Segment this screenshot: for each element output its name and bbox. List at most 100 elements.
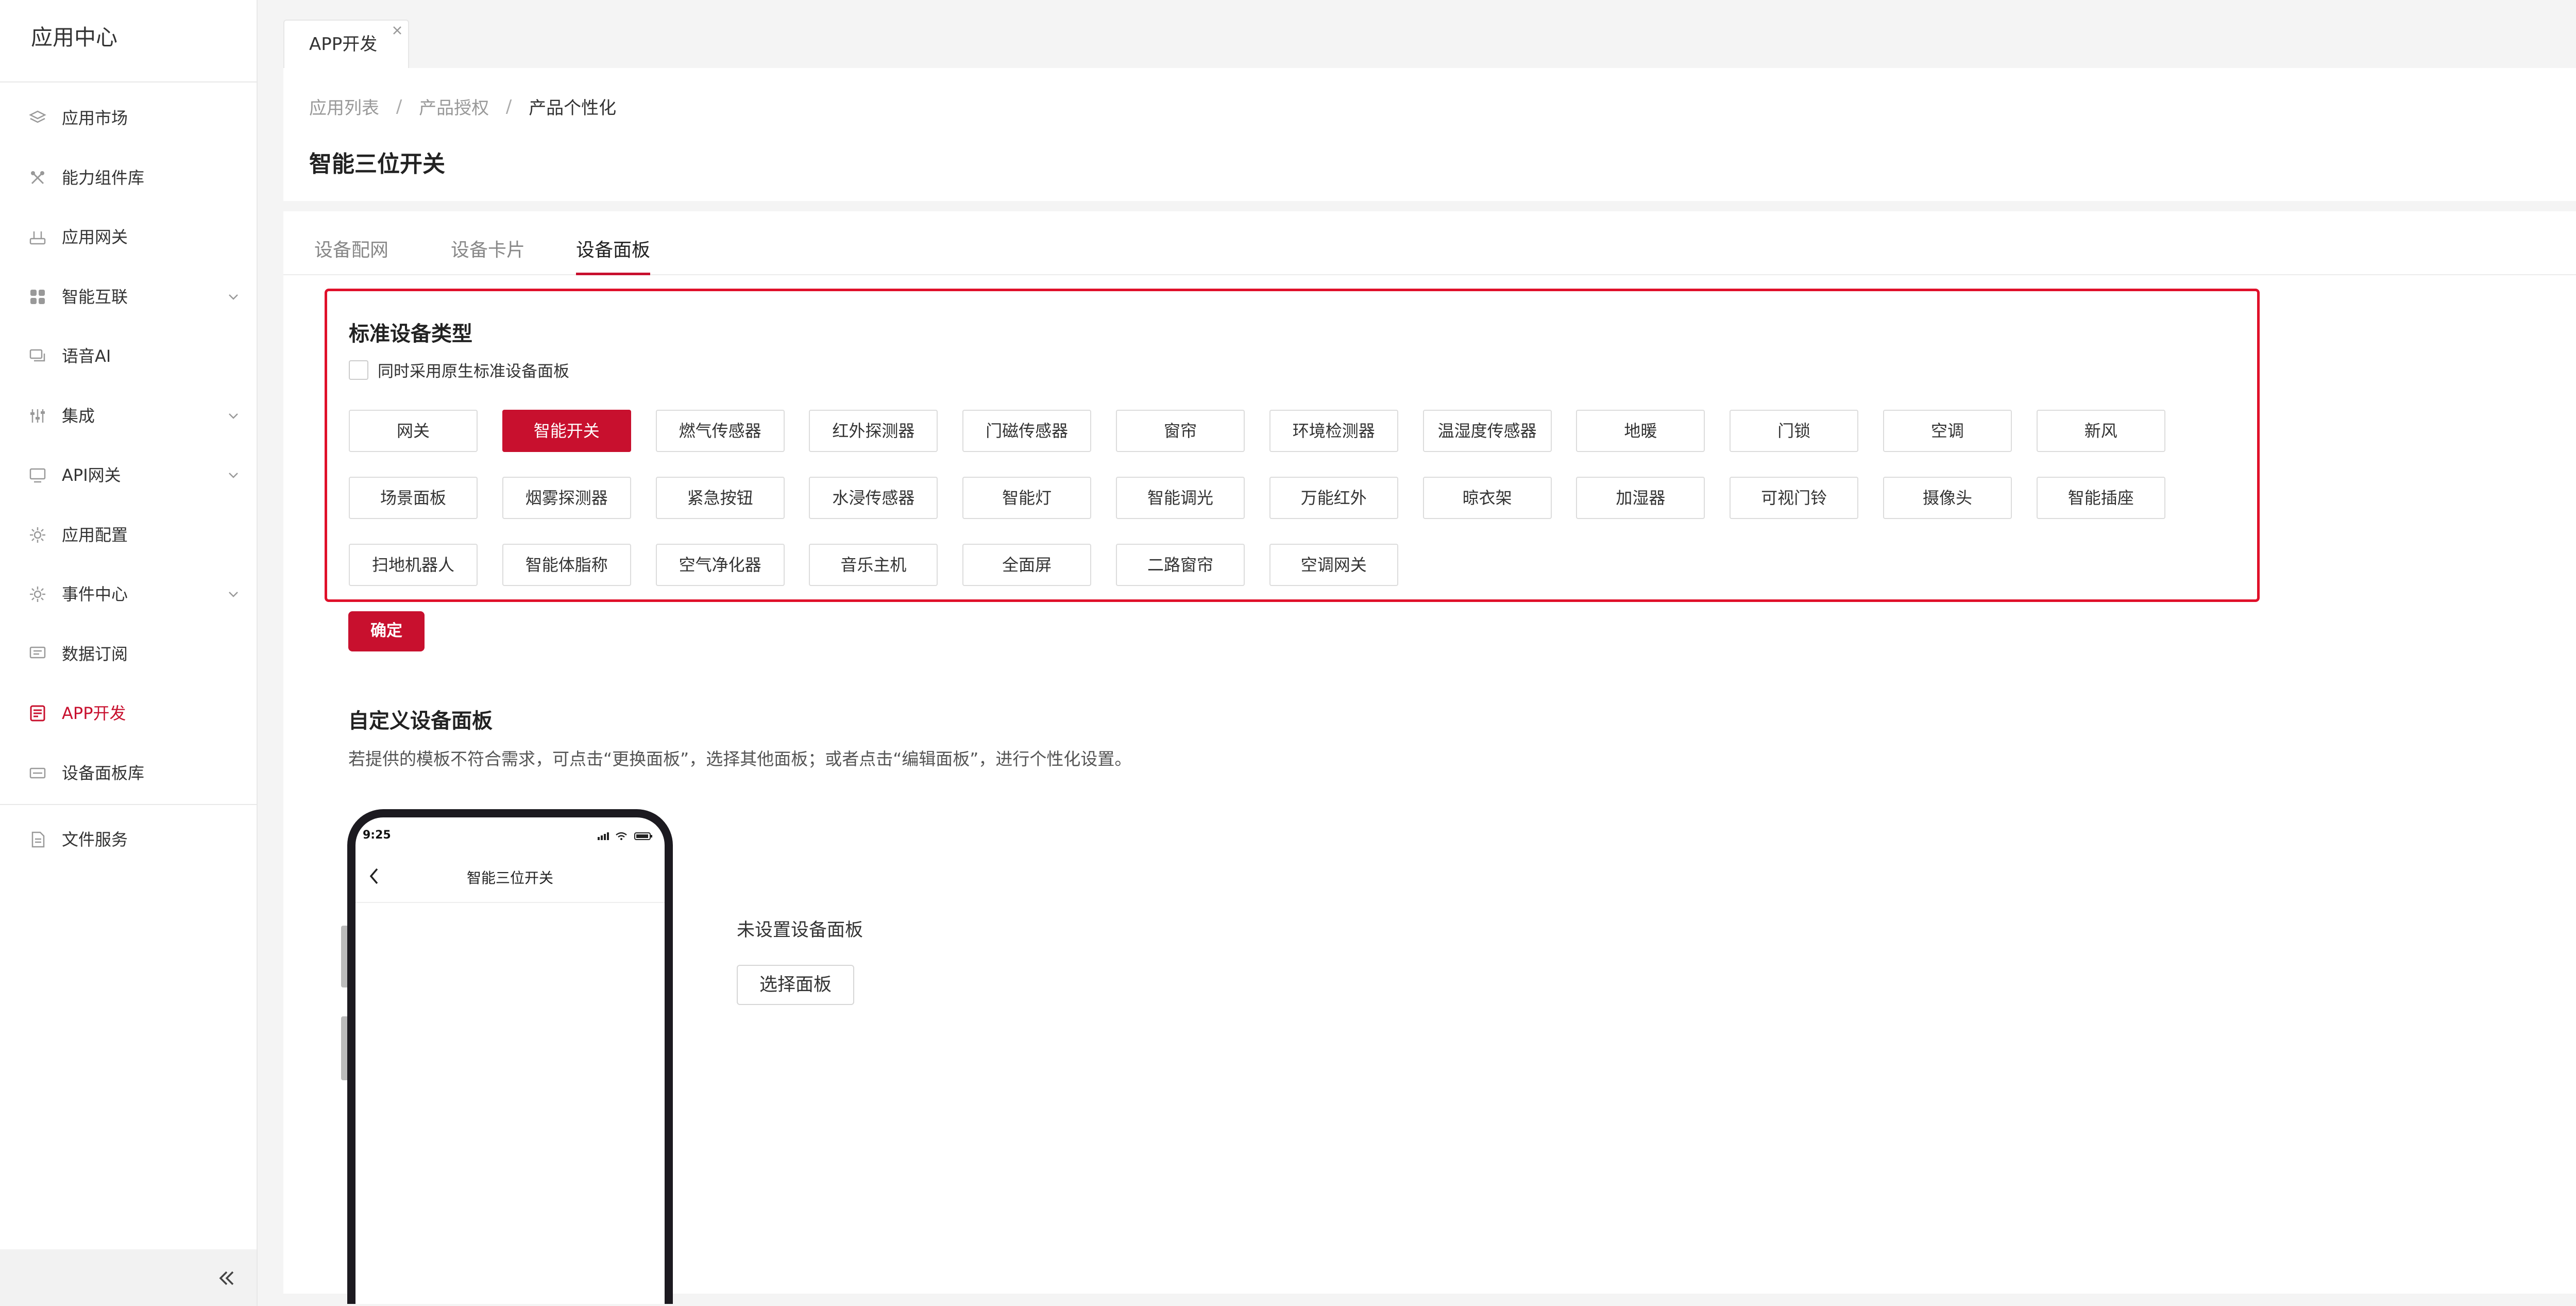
- standard-device-type-section: 标准设备类型 同时采用原生标准设备面板 网关 智能开关 燃气传感器 红外探测器 门磁传感…: [325, 289, 2260, 602]
- device-type-option[interactable]: 门磁传感器: [962, 410, 1092, 452]
- sidebar-menu: 应用市场能力组件库应用网关智能互联语音AI 集成 API网关应用配置事件中心数据订阅…: [0, 82, 257, 870]
- device-type-option[interactable]: 燃气传感器: [655, 410, 785, 452]
- gear-icon: [30, 587, 45, 602]
- breadcrumb-current: 产品个性化: [529, 98, 617, 119]
- breadcrumb-app-list[interactable]: 应用列表: [309, 98, 379, 119]
- sidebar-item-label: 应用市场: [62, 108, 128, 128]
- sidebar-item-label: 应用配置: [62, 525, 128, 545]
- device-type-option[interactable]: 地暖: [1576, 410, 1705, 452]
- sidebar-item-4[interactable]: 语音AI: [0, 327, 257, 387]
- layers-icon: [29, 110, 46, 123]
- sidebar-item-label: 设备面板库: [62, 763, 145, 783]
- sidebar-item-label: 文件服务: [62, 830, 128, 849]
- header-card: 应用列表 / 产品授权 / 产品个性化 智能三位开关: [283, 68, 2576, 201]
- device-type-option[interactable]: 空气净化器: [655, 544, 785, 586]
- device-type-option[interactable]: 紧急按钮: [655, 477, 785, 519]
- file-icon: [31, 831, 45, 848]
- device-type-grid: 网关 智能开关 燃气传感器 红外探测器 门磁传感器 窗帘 环境检测器 温湿度传感器 地暖 门锁 空调…: [349, 410, 2190, 611]
- sidebar-item-label: 语音AI: [62, 346, 111, 366]
- device-type-option[interactable]: 加湿器: [1576, 477, 1705, 519]
- device-type-option[interactable]: 可视门铃: [1730, 477, 1859, 519]
- chevron-down-icon[interactable]: [226, 587, 241, 602]
- monitor-icon: [29, 468, 46, 483]
- chevron-down-icon[interactable]: [226, 408, 241, 424]
- device-type-option[interactable]: 烟雾探测器: [502, 477, 631, 519]
- sidebar-item-label: API网关: [62, 465, 121, 485]
- standard-device-type-title: 标准设备类型: [349, 322, 472, 346]
- sidebar-item-3[interactable]: 智能互联: [0, 267, 257, 327]
- chevron-down-icon[interactable]: [226, 289, 241, 305]
- tools-icon: [31, 171, 44, 184]
- custom-panel-title: 自定义设备面板: [348, 709, 493, 733]
- device-type-option[interactable]: 场景面板: [349, 477, 478, 519]
- sidebar-item-label: 集成: [62, 406, 95, 426]
- device-type-option[interactable]: 水浸传感器: [809, 477, 938, 519]
- sidebar: 应用中心 应用市场 能力组件库 应用网关 智能互联 语音AI 集成 API网关 应用配置 事件中…: [0, 0, 258, 1306]
- native-panel-checkbox[interactable]: [349, 360, 368, 380]
- device-type-option[interactable]: 智能调光: [1115, 477, 1245, 519]
- breadcrumb-separator: /: [505, 96, 512, 117]
- sidebar-item-1[interactable]: 能力组件库: [0, 148, 257, 208]
- device-type-option[interactable]: 环境检测器: [1269, 410, 1398, 452]
- chat-icon: [29, 349, 45, 362]
- tab-device-network[interactable]: 设备配网: [314, 235, 388, 275]
- select-panel-button[interactable]: 选择面板: [737, 965, 854, 1005]
- sidebar-item-label: 应用网关: [62, 227, 128, 247]
- device-type-option[interactable]: 智能灯: [962, 477, 1092, 519]
- breadcrumb: 应用列表 / 产品授权 / 产品个性化: [309, 94, 616, 119]
- page-tab-app-dev[interactable]: APP开发: [283, 20, 409, 68]
- sidebar-item-6[interactable]: API网关: [0, 446, 257, 506]
- message-icon: [29, 646, 46, 658]
- phone-status-icons: [598, 832, 652, 840]
- tab-device-panel[interactable]: 设备面板: [576, 235, 651, 275]
- app-icon: [30, 705, 45, 722]
- device-type-option[interactable]: 温湿度传感器: [1422, 410, 1552, 452]
- sidebar-item-7[interactable]: 应用配置: [0, 506, 257, 565]
- phone-preview: 9:25 智能三位开关: [347, 809, 673, 1304]
- device-type-option[interactable]: 门锁: [1730, 410, 1859, 452]
- sidebar-item-0[interactable]: 应用市场: [0, 89, 257, 148]
- content-card: 设备配网 设备卡片 设备面板 标准设备类型 同时采用原生标准设备面板 网关 智能开…: [283, 211, 2576, 1304]
- device-type-option[interactable]: 智能开关: [502, 410, 631, 452]
- device-type-option[interactable]: 万能红外: [1269, 477, 1398, 519]
- device-type-option[interactable]: 红外探测器: [809, 410, 938, 452]
- sidebar-item-11[interactable]: 设备面板库: [0, 744, 257, 803]
- sidebar-item-8[interactable]: 事件中心: [0, 565, 257, 625]
- sliders-icon: [30, 409, 45, 423]
- sidebar-footer: [0, 1249, 257, 1306]
- router-icon: [29, 231, 46, 245]
- native-panel-checkbox-row[interactable]: 同时采用原生标准设备面板: [349, 358, 569, 381]
- device-type-option[interactable]: 空调网关: [1269, 544, 1398, 586]
- device-type-option[interactable]: 新风: [2036, 410, 2165, 452]
- breadcrumb-product-auth[interactable]: 产品授权: [419, 98, 489, 119]
- device-type-option[interactable]: 空调: [1883, 410, 2012, 452]
- sidebar-item-label: 数据订阅: [62, 644, 128, 664]
- sidebar-item-12[interactable]: 文件服务: [0, 810, 257, 870]
- close-icon[interactable]: [391, 24, 404, 37]
- device-type-option[interactable]: 扫地机器人: [349, 544, 478, 586]
- sidebar-item-label: APP开发: [62, 704, 126, 723]
- sidebar-item-2[interactable]: 应用网关: [0, 208, 257, 267]
- sidebar-item-9[interactable]: 数据订阅: [0, 625, 257, 684]
- sidebar-item-label: 事件中心: [62, 584, 128, 604]
- tab-device-card[interactable]: 设备卡片: [451, 235, 525, 275]
- sidebar-item-10[interactable]: APP开发: [0, 684, 257, 744]
- gear-icon: [30, 527, 45, 543]
- device-type-option[interactable]: 音乐主机: [809, 544, 938, 586]
- confirm-button[interactable]: 确定: [348, 611, 425, 651]
- collapse-sidebar-icon[interactable]: [216, 1268, 237, 1288]
- sidebar-item-label: 能力组件库: [62, 168, 145, 188]
- device-type-option[interactable]: 全面屏: [962, 544, 1092, 586]
- sidebar-item-label: 智能互联: [62, 287, 128, 307]
- tab-bar: 设备配网 设备卡片 设备面板: [283, 211, 2576, 275]
- sidebar-item-5[interactable]: 集成: [0, 387, 257, 446]
- chevron-down-icon[interactable]: [226, 467, 241, 483]
- device-type-option[interactable]: 网关: [349, 410, 478, 452]
- device-type-option[interactable]: 窗帘: [1115, 410, 1245, 452]
- device-type-row: 扫地机器人 智能体脂称 空气净化器 音乐主机 全面屏 二路窗帘 空调网关: [349, 544, 2190, 611]
- device-type-option[interactable]: 晾衣架: [1422, 477, 1552, 519]
- device-type-option[interactable]: 摄像头: [1883, 477, 2012, 519]
- device-type-option[interactable]: 智能体脂称: [502, 544, 631, 586]
- device-type-option[interactable]: 智能插座: [2036, 477, 2165, 519]
- device-type-option[interactable]: 二路窗帘: [1115, 544, 1245, 586]
